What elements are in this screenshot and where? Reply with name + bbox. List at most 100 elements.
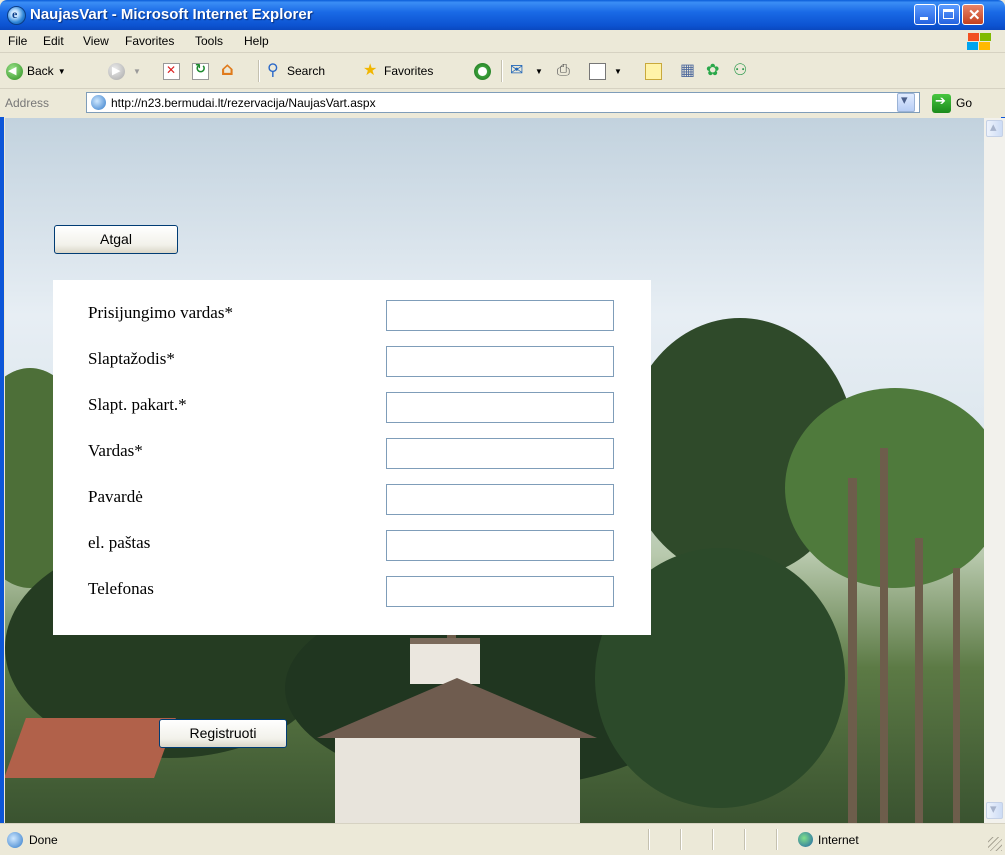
history-button[interactable]	[474, 61, 495, 81]
resize-grip-icon[interactable]	[988, 837, 1002, 851]
icq-button[interactable]	[706, 60, 727, 81]
last-name-label: Pavardė	[88, 487, 143, 506]
status-divider	[776, 829, 778, 850]
back-label: Back	[27, 64, 54, 78]
address-input[interactable]: http://n23.bermudai.lt/rezervacija/Nauja…	[86, 92, 920, 113]
home-icon	[221, 59, 238, 80]
email-label: el. paštas	[88, 533, 151, 552]
window-frame-left	[0, 30, 4, 855]
last-name-input[interactable]	[386, 484, 614, 515]
status-text: Done	[29, 833, 58, 847]
password-repeat-label: Slapt. pakart.*	[88, 395, 187, 414]
maximize-icon[interactable]	[938, 4, 960, 25]
title-bar[interactable]: e NaujasVart - Microsoft Internet Explor…	[0, 0, 1005, 30]
status-divider	[648, 829, 650, 850]
palm-trunk	[848, 478, 857, 823]
edit-button[interactable]: ▼	[589, 61, 622, 81]
status-bar: Done Internet	[0, 823, 1005, 855]
favorites-button[interactable]: Favorites	[363, 60, 434, 81]
messenger-icon	[733, 60, 750, 80]
menu-edit[interactable]: Edit	[43, 34, 64, 48]
first-name-label: Vardas*	[88, 441, 143, 460]
building-roof	[5, 718, 176, 778]
print-button[interactable]	[557, 60, 578, 81]
password-input[interactable]	[386, 346, 614, 377]
status-divider	[712, 829, 714, 850]
back-arrow-icon	[6, 62, 23, 80]
username-input[interactable]	[386, 300, 614, 331]
browser-window: e NaujasVart - Microsoft Internet Explor…	[0, 0, 1005, 855]
menu-view[interactable]: View	[83, 34, 109, 48]
toolbar: Back ▼ ▼ Search Favorites	[0, 53, 1005, 89]
messenger-button[interactable]	[733, 60, 754, 81]
page-icon	[91, 95, 106, 110]
print-icon	[557, 60, 574, 80]
toolbar-separator	[258, 60, 260, 82]
search-button[interactable]: Search	[266, 60, 326, 81]
chevron-down-icon[interactable]: ▼	[58, 67, 66, 76]
internet-zone-icon	[798, 832, 813, 847]
first-name-input[interactable]	[386, 438, 614, 469]
zone-text: Internet	[818, 833, 859, 847]
gazebo	[335, 738, 580, 823]
phone-input[interactable]	[386, 576, 614, 607]
home-button[interactable]	[221, 59, 242, 81]
go-button[interactable]: Go	[932, 93, 1000, 113]
page-viewport: Atgal Prisijungimo vardas* Slaptažodis* …	[5, 118, 984, 823]
star-icon	[363, 60, 380, 80]
password-label: Slaptažodis*	[88, 349, 175, 368]
go-label: Go	[956, 96, 973, 110]
form-row-phone: Telefonas	[53, 576, 651, 612]
scroll-down-icon[interactable]	[986, 802, 1003, 819]
chevron-down-icon[interactable]: ▼	[535, 67, 543, 76]
refresh-button[interactable]	[192, 61, 213, 81]
mail-button[interactable]: ▼	[510, 60, 543, 81]
toolbar-separator	[501, 60, 503, 82]
research-button[interactable]	[680, 60, 701, 81]
menu-file[interactable]: File	[8, 34, 27, 48]
status-divider	[680, 829, 682, 850]
register-button[interactable]: Registruoti	[159, 719, 287, 748]
menu-favorites[interactable]: Favorites	[125, 34, 174, 48]
form-row-username: Prisijungimo vardas*	[53, 300, 651, 336]
password-repeat-input[interactable]	[386, 392, 614, 423]
back-page-button[interactable]: Atgal	[54, 225, 178, 254]
window-title: NaujasVart - Microsoft Internet Explorer	[30, 6, 313, 23]
close-icon[interactable]: ✕	[962, 4, 984, 25]
ie-icon: e	[7, 6, 26, 25]
forward-button[interactable]: ▼	[108, 61, 141, 81]
chevron-down-icon[interactable]: ▼	[614, 67, 622, 76]
palm-trunk	[953, 568, 960, 823]
status-divider	[744, 829, 746, 850]
windows-flag-icon	[966, 32, 992, 51]
discuss-button[interactable]	[645, 61, 666, 81]
minimize-icon[interactable]	[914, 4, 936, 25]
stop-icon	[163, 62, 180, 80]
form-row-password: Slaptažodis*	[53, 346, 651, 382]
email-input[interactable]	[386, 530, 614, 561]
form-row-last-name: Pavardė	[53, 484, 651, 520]
menu-tools[interactable]: Tools	[195, 34, 223, 48]
search-label: Search	[287, 64, 326, 78]
refresh-icon	[192, 62, 209, 80]
favorites-label: Favorites	[384, 64, 434, 78]
go-arrow-icon	[932, 93, 951, 113]
address-dropdown-icon[interactable]	[897, 93, 915, 112]
gazebo-roof	[317, 678, 597, 738]
flower-icon	[706, 60, 723, 80]
address-label: Address	[5, 96, 50, 110]
username-label: Prisijungimo vardas*	[88, 303, 233, 322]
palm-trunk	[915, 538, 923, 823]
edit-icon	[589, 62, 606, 80]
vertical-scrollbar[interactable]	[984, 118, 1005, 823]
stop-button[interactable]	[163, 61, 184, 81]
scroll-up-icon[interactable]	[986, 120, 1003, 137]
address-url: http://n23.bermudai.lt/rezervacija/Nauja…	[111, 96, 376, 110]
palm-trunk	[880, 448, 888, 823]
forward-arrow-icon	[108, 62, 125, 80]
note-icon	[645, 62, 662, 80]
back-button[interactable]: Back ▼	[6, 61, 66, 81]
chevron-down-icon[interactable]: ▼	[133, 67, 141, 76]
menu-help[interactable]: Help	[244, 34, 269, 48]
form-row-password-repeat: Slapt. pakart.*	[53, 392, 651, 428]
